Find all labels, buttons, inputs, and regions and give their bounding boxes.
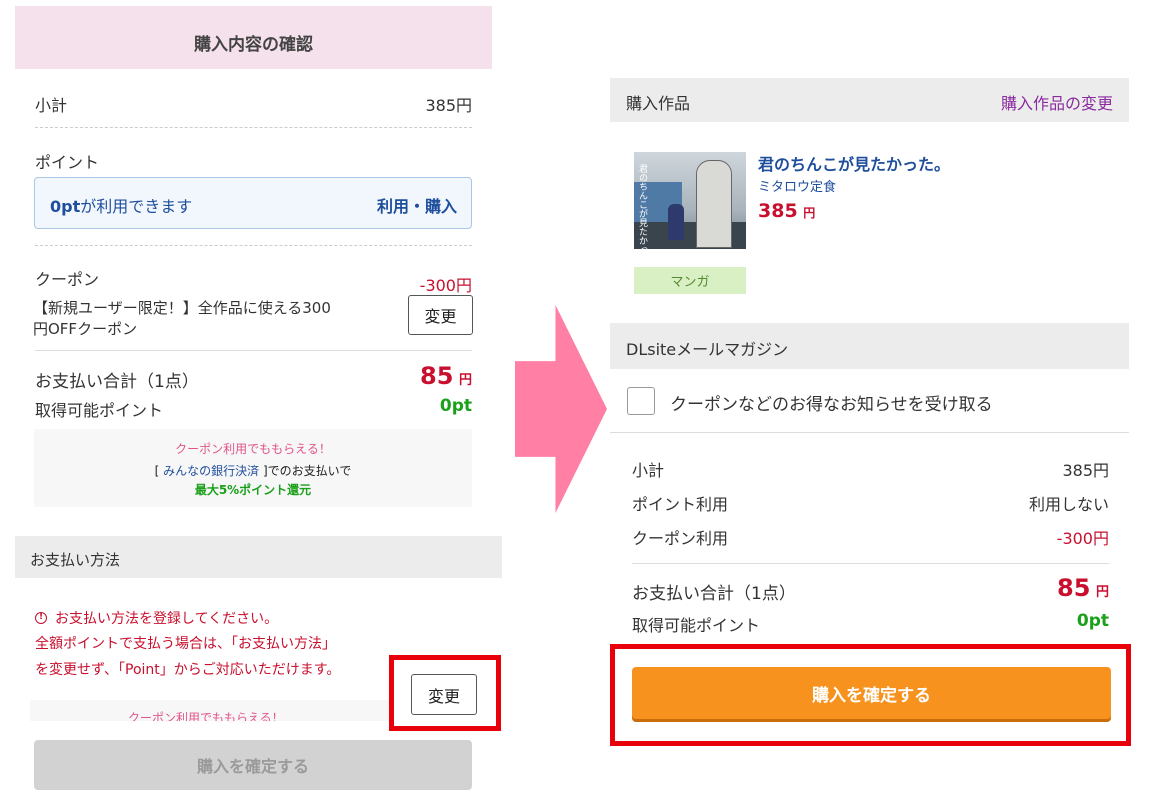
summary-subtotal-value: 385円 <box>1062 461 1109 480</box>
promo-line1: クーポン利用でももらえる！ <box>175 442 331 456</box>
coupon-amount: -300円 <box>419 276 472 295</box>
total-unit: 円 <box>458 373 472 388</box>
product-title[interactable]: 君のちんこが見たかった。 <box>758 151 950 175</box>
right-arrow-icon <box>515 305 607 513</box>
newsletter-checkbox-label[interactable]: クーポンなどのお得なお知らせを受け取る <box>670 390 993 415</box>
divider <box>610 432 1129 433</box>
checkbox-icon[interactable] <box>627 387 655 415</box>
promo-bracket-open: [ <box>154 464 164 478</box>
subtotal-label: 小計 <box>35 96 68 115</box>
product-cover[interactable]: 君のちんこが見たかった <box>634 152 746 249</box>
payment-warning-line3: を変更せず、「Point」からご対応いただけます。 <box>35 662 341 678</box>
cover-figure-right <box>696 160 732 248</box>
use-buy-point-button[interactable]: 利用・購入 <box>360 193 457 217</box>
summary-total-unit: 円 <box>1095 585 1109 600</box>
newsletter-title: DLsiteメールマガジン <box>626 340 789 359</box>
total-label: お支払い合計（1点） <box>35 372 199 392</box>
promo-bracket-close: ]でのお支払いで <box>259 464 352 478</box>
summary-point-value: 利用しない <box>1028 495 1109 514</box>
confirm-label-disabled: 購入を確定する <box>196 757 309 776</box>
summary-subtotal-label: 小計 <box>632 461 665 480</box>
summary-points-label: 取得可能ポイント <box>632 616 761 635</box>
change-work-link[interactable]: 購入作品の変更 <box>900 90 1113 114</box>
product-price-unit: 円 <box>803 206 816 220</box>
confirm-purchase-button-disabled[interactable]: 購入を確定する <box>34 740 472 790</box>
page-title: 購入内容の確認 <box>194 35 313 55</box>
cover-title-text: 君のちんこが見たかった <box>637 164 647 249</box>
coupon-description-line2: 円OFFクーポン <box>33 320 138 338</box>
summary-total-amount: 85 円 <box>1000 574 1109 602</box>
total-amount: 85 円 <box>380 362 472 390</box>
payment-warning-line1: お支払い方法を登録してください。 <box>55 611 279 627</box>
summary-total-label: お支払い合計（1点） <box>632 584 796 604</box>
promo-line3: 最大5%ポイント還元 <box>194 483 312 497</box>
summary-coupon-label: クーポン利用 <box>632 529 729 548</box>
divider <box>632 563 1109 564</box>
warning-circle-icon: ! <box>35 612 47 624</box>
total-value: 85 <box>420 362 454 390</box>
point-available-suffix: が利用できます <box>80 197 193 216</box>
payment-warning-line2: 全額ポイントで支払う場合は、「お支払い方法」 <box>35 636 336 652</box>
coupon-label: クーポン <box>35 270 100 289</box>
confirm-purchase-button[interactable]: 購入を確定する <box>632 667 1111 719</box>
cover-figure-left <box>668 204 684 240</box>
point-available-amount: 0pt <box>50 197 81 216</box>
bank-payment-link[interactable]: みんなの銀行決済 <box>163 464 259 478</box>
coupon-description-line1: 【新規ユーザー限定！】全作品に使える300 <box>33 299 331 317</box>
divider <box>35 127 472 128</box>
divider <box>35 350 472 351</box>
earned-points-value: 0pt <box>439 396 472 416</box>
payment-method-title: お支払い方法 <box>30 551 121 569</box>
coupon-change-button[interactable]: 変更 <box>408 295 473 335</box>
genre-badge: マンガ <box>634 267 746 294</box>
point-available-text: 0ptが利用できます <box>50 193 192 217</box>
earned-points-label: 取得可能ポイント <box>35 401 164 420</box>
subtotal-value: 385円 <box>425 96 472 115</box>
work-header-label: 購入作品 <box>626 94 691 113</box>
summary-points-value: 0pt <box>1076 611 1109 631</box>
divider <box>35 245 472 246</box>
summary-coupon-value: -300円 <box>1056 529 1109 548</box>
point-label: ポイント <box>35 153 100 172</box>
confirm-label: 購入を確定する <box>812 685 931 706</box>
product-author[interactable]: ミタロウ定食 <box>758 176 836 195</box>
product-price: 385 円 <box>758 200 815 222</box>
summary-point-label: ポイント利用 <box>632 495 729 514</box>
payment-change-button[interactable]: 変更 <box>411 674 477 715</box>
promo-line2: [ みんなの銀行決済 ]でのお支払いで <box>34 462 472 479</box>
product-price-value: 385 <box>758 200 798 222</box>
genre-label: マンガ <box>670 275 710 290</box>
summary-total-value: 85 <box>1057 574 1091 602</box>
